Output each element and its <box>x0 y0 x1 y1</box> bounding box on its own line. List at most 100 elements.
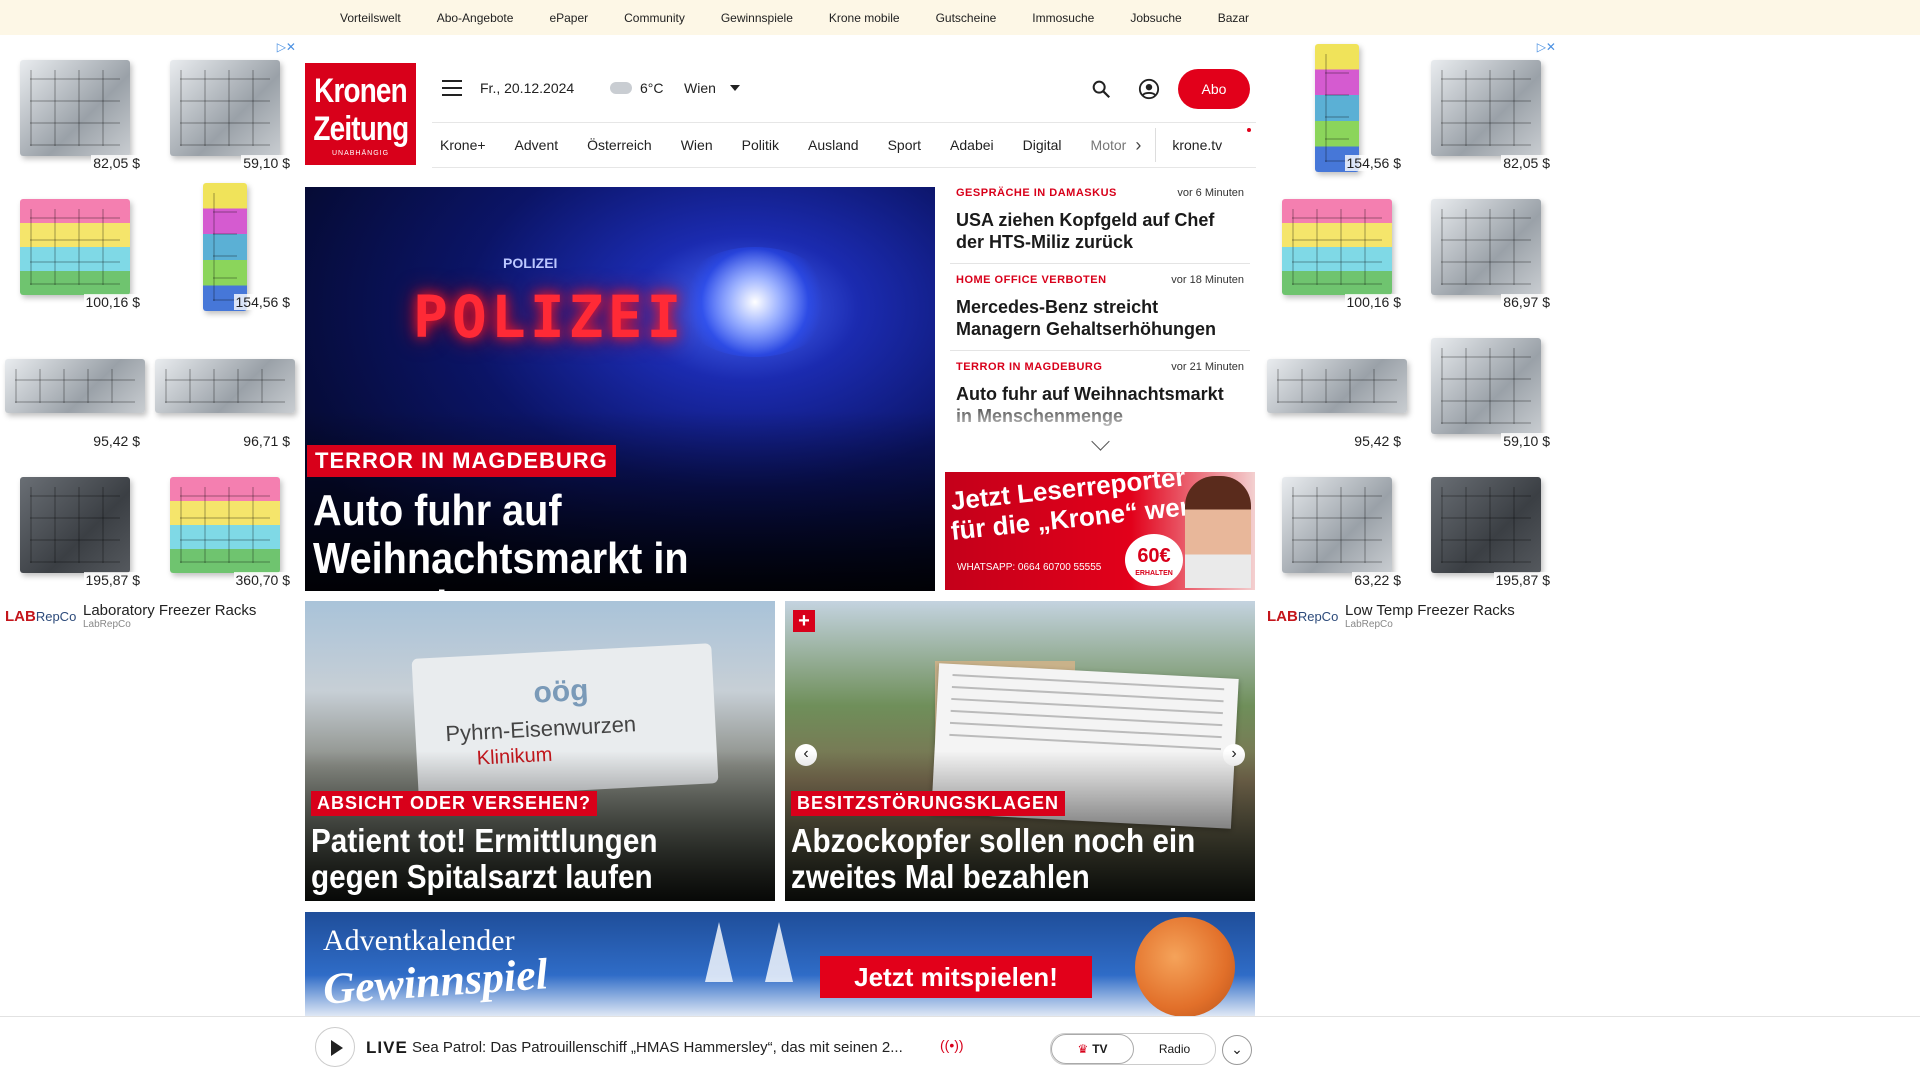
nav-item-motor[interactable]: Motor <box>1091 137 1127 153</box>
ad-price: 63,22 $ <box>1352 572 1403 588</box>
nav-item-ausland[interactable]: Ausland <box>808 137 859 153</box>
news-time: vor 18 Minuten <box>1171 274 1244 286</box>
utility-link-gutscheine[interactable]: Gutscheine <box>936 11 997 25</box>
weather-widget[interactable]: 6°C <box>610 80 664 96</box>
leserreporter-promo[interactable]: Jetzt Leserreporter für die „Krone“ werd… <box>945 472 1255 590</box>
ad-product-grid: 154,56 $ 82,05 $ 100,16 $ 86,97 $ 95,42 … <box>1262 38 1560 598</box>
ad-product[interactable]: 59,10 $ <box>150 38 300 177</box>
utility-links: Vorteilswelt Abo-Angebote ePaper Communi… <box>340 0 1285 35</box>
ad-price: 360,70 $ <box>233 572 292 588</box>
card-headline[interactable]: Abzockopfer sollen noch ein zweites Mal … <box>791 823 1205 895</box>
right-ad[interactable]: ▷✕ 154,56 $ 82,05 $ 100,16 $ 86,97 $ 95,… <box>1262 38 1560 638</box>
ad-product[interactable]: 154,56 $ <box>1262 38 1411 177</box>
news-time: vor 21 Minuten <box>1171 361 1244 373</box>
article-card[interactable]: oög Pyhrn-Eisenwurzen Klinikum ABSICHT O… <box>305 601 775 901</box>
ad-footer[interactable]: LABRepCo Laboratory Freezer Racks LabRep… <box>0 598 300 634</box>
ad-price: 59,10 $ <box>241 155 292 171</box>
live-player-bar: LIVE Sea Patrol: Das Patrouillenschiff „… <box>0 1016 1920 1081</box>
ad-product[interactable]: 195,87 $ <box>1411 455 1560 594</box>
search-icon[interactable] <box>1090 78 1112 100</box>
hero-headline[interactable]: Auto fuhr auf Weihnachtsmarkt in Mensche… <box>313 487 871 592</box>
nav-item-politik[interactable]: Politik <box>742 137 779 153</box>
cloud-icon <box>610 82 632 94</box>
nav-item-krone-plus[interactable]: Krone+ <box>440 137 486 153</box>
news-item[interactable]: GESPRÄCHE IN DAMASKUS vor 6 Minuten USA z… <box>950 187 1250 264</box>
ad-product[interactable]: 95,42 $ <box>0 316 150 455</box>
fox-mascot <box>1135 917 1235 1017</box>
ad-product[interactable]: 63,22 $ <box>1262 455 1411 594</box>
utility-link-epaper[interactable]: ePaper <box>549 11 588 25</box>
ad-product[interactable]: 82,05 $ <box>1411 38 1560 177</box>
ad-title[interactable]: Low Temp Freezer Racks <box>1345 602 1515 619</box>
utility-link-community[interactable]: Community <box>624 11 685 25</box>
nav-item-digital[interactable]: Digital <box>1023 137 1062 153</box>
utility-link-krone-mobile[interactable]: Krone mobile <box>829 11 900 25</box>
rack-image <box>170 59 280 156</box>
ad-product[interactable]: 82,05 $ <box>0 38 150 177</box>
menu-icon[interactable] <box>442 80 462 96</box>
nav-item-adabei[interactable]: Adabei <box>950 137 994 153</box>
ad-title[interactable]: Laboratory Freezer Racks <box>83 602 256 619</box>
rack-image <box>1430 337 1541 434</box>
hero-article[interactable]: POLIZEI POLIZEI TERROR IN MAGDEBURG Auto… <box>305 187 935 591</box>
promo-model-photo <box>1185 476 1251 588</box>
ad-product[interactable]: 154,56 $ <box>150 177 300 316</box>
ad-product[interactable]: 100,16 $ <box>1262 177 1411 316</box>
ad-price: 59,10 $ <box>1501 433 1552 449</box>
adventkalender-banner[interactable]: Adventkalender Gewinnspiel Jetzt mitspie… <box>305 912 1255 1017</box>
utility-bar: Vorteilswelt Abo-Angebote ePaper Communi… <box>0 0 1920 35</box>
nav-item-sport[interactable]: Sport <box>888 137 921 153</box>
ad-product[interactable]: 59,10 $ <box>1411 316 1560 455</box>
utility-link-jobsuche[interactable]: Jobsuche <box>1130 11 1181 25</box>
utility-link-immosuche[interactable]: Immosuche <box>1032 11 1094 25</box>
account-icon[interactable] <box>1138 78 1160 100</box>
left-ad[interactable]: ▷✕ 82,05 $ 59,10 $ 100,16 $ 154,56 $ 95,… <box>0 38 300 638</box>
rack-image <box>155 358 295 413</box>
article-card[interactable]: + ‹ › BESITZSTÖRUNGSKLAGEN Abzockopfer s… <box>785 601 1255 901</box>
ad-price: 82,05 $ <box>1501 155 1552 171</box>
news-item[interactable]: HOME OFFICE VERBOTEN vor 18 Minuten Merce… <box>950 274 1250 351</box>
city-selector[interactable]: Wien <box>684 80 740 96</box>
tv-toggle[interactable]: ♛ TV <box>1051 1034 1134 1064</box>
ad-product[interactable]: 96,71 $ <box>150 316 300 455</box>
crown-icon: ♛ <box>1077 1042 1089 1056</box>
news-title[interactable]: Mercedes-Benz streicht Managern Gehaltse… <box>956 296 1244 340</box>
nav-item-oesterreich[interactable]: Österreich <box>587 137 652 153</box>
ad-advertiser: LabRepCo <box>83 619 131 630</box>
ad-price: 86,97 $ <box>1501 294 1552 310</box>
utility-link-vorteilswelt[interactable]: Vorteilswelt <box>340 11 401 25</box>
tree-icon <box>705 922 733 982</box>
ad-logo: LABRepCo <box>1267 607 1339 625</box>
ad-product[interactable]: 360,70 $ <box>150 455 300 594</box>
live-indicator <box>1247 128 1251 132</box>
whatsapp-number: WHATSAPP: 0664 60700 55555 <box>957 562 1102 573</box>
play-now-button[interactable]: Jetzt mitspielen! <box>820 956 1092 998</box>
news-title[interactable]: USA ziehen Kopfgeld auf Chef der HTS-Mil… <box>956 209 1244 253</box>
kronen-zeitung-logo[interactable]: Kronen Zeitung UNABHÄNGIG <box>305 63 416 165</box>
rack-image <box>1430 59 1541 156</box>
police-light <box>675 247 835 357</box>
chevron-down-icon[interactable]: ⌄ <box>1222 1035 1252 1065</box>
ad-product[interactable]: 195,87 $ <box>0 455 150 594</box>
nav-item-wien[interactable]: Wien <box>681 137 713 153</box>
ad-footer[interactable]: LABRepCo Low Temp Freezer Racks LabRepCo <box>1262 598 1560 634</box>
ad-price: 154,56 $ <box>1344 155 1403 171</box>
ad-product[interactable]: 100,16 $ <box>0 177 150 316</box>
card-headline[interactable]: Patient tot! Ermittlungen gegen Spitalsa… <box>311 823 725 895</box>
tv-radio-toggle[interactable]: ♛ TV Radio <box>1050 1033 1216 1065</box>
ad-product[interactable]: 86,97 $ <box>1411 177 1560 316</box>
ad-product[interactable]: 95,42 $ <box>1262 316 1411 455</box>
abo-button[interactable]: Abo <box>1178 69 1250 109</box>
play-button[interactable] <box>315 1027 355 1067</box>
rack-image <box>1281 476 1392 573</box>
utility-link-abo-angebote[interactable]: Abo-Angebote <box>437 11 514 25</box>
nav-item-advent[interactable]: Advent <box>515 137 559 153</box>
utility-link-bazar[interactable]: Bazar <box>1218 11 1249 25</box>
nav-item-krone-tv[interactable]: krone.tv <box>1172 137 1222 153</box>
news-kicker: TERROR IN MAGDEBURG <box>956 361 1103 373</box>
rack-image <box>20 59 130 156</box>
ad-price: 82,05 $ <box>91 155 142 171</box>
radio-toggle[interactable]: Radio <box>1134 1034 1215 1064</box>
chevron-right-icon[interactable]: › <box>1135 135 1141 156</box>
utility-link-gewinnspiele[interactable]: Gewinnspiele <box>721 11 793 25</box>
